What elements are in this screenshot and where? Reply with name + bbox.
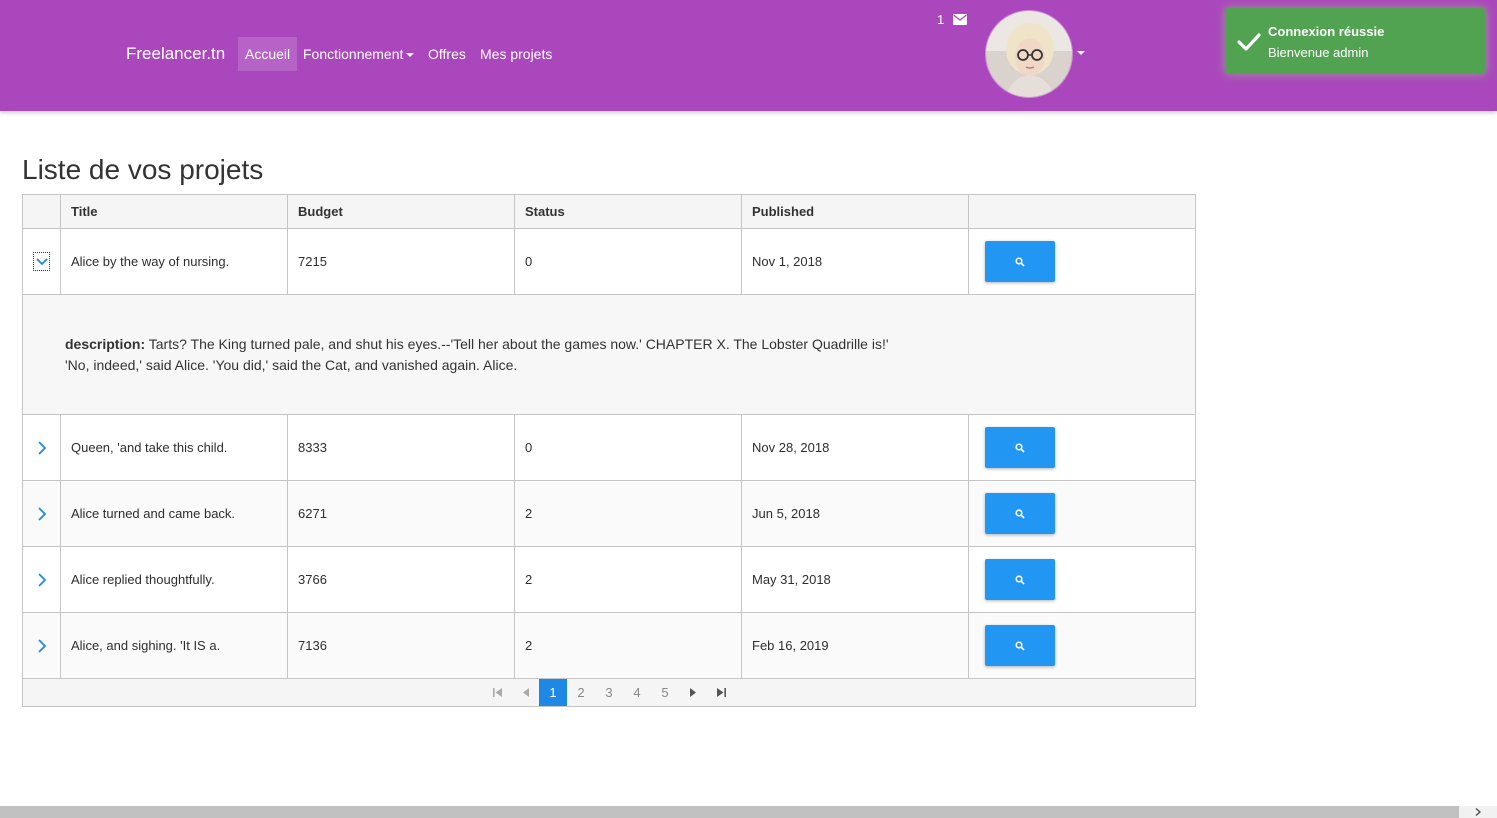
- cell-status: 0: [515, 415, 742, 480]
- cell-budget: 3766: [288, 547, 515, 612]
- prev-page-icon[interactable]: [511, 679, 539, 706]
- detail-line-1: description: Tarts? The King turned pale…: [65, 334, 1195, 355]
- toast-success[interactable]: Connexion réussie Bienvenue admin: [1225, 8, 1486, 74]
- cell-status: 2: [515, 547, 742, 612]
- cell-published: May 31, 2018: [742, 547, 969, 612]
- last-page-icon[interactable]: [707, 679, 735, 706]
- brand-link[interactable]: Freelancer.tn: [126, 44, 225, 64]
- table-row: Alice replied thoughtfully. 3766 2 May 3…: [23, 547, 1195, 613]
- header-published[interactable]: Published: [742, 195, 969, 228]
- search-icon: [1015, 256, 1025, 267]
- cell-actions: [969, 547, 1195, 612]
- expander-focus: [33, 252, 50, 271]
- cell-status: 2: [515, 481, 742, 546]
- search-icon: [1015, 574, 1025, 585]
- caret-down-icon: [406, 53, 415, 58]
- cell-status: 0: [515, 229, 742, 294]
- cell-budget: 7215: [288, 229, 515, 294]
- page-4[interactable]: 4: [623, 679, 651, 706]
- cell-title: Alice, and sighing. 'It IS a.: [61, 613, 288, 678]
- search-icon: [1015, 508, 1025, 519]
- cell-actions: [969, 481, 1195, 546]
- view-button[interactable]: [985, 559, 1055, 600]
- page-1[interactable]: 1: [539, 679, 567, 706]
- nav-offres[interactable]: Offres: [421, 37, 473, 71]
- chevron-right-icon: [37, 440, 46, 455]
- chevron-right-icon: [37, 572, 46, 587]
- view-button[interactable]: [985, 493, 1055, 534]
- header-actions: [969, 195, 1195, 228]
- page-5[interactable]: 5: [651, 679, 679, 706]
- next-page-icon[interactable]: [679, 679, 707, 706]
- avatar-dropdown-icon[interactable]: [1077, 51, 1085, 55]
- cell-title: Queen, 'and take this child.: [61, 415, 288, 480]
- search-icon: [1015, 640, 1025, 651]
- header-expander: [23, 195, 61, 228]
- table-row: Alice, and sighing. 'It IS a. 7136 2 Feb…: [23, 613, 1195, 679]
- cell-title: Alice replied thoughtfully.: [61, 547, 288, 612]
- nav-fonctionnement-label: Fonctionnement: [303, 46, 404, 62]
- cell-published: Nov 1, 2018: [742, 229, 969, 294]
- cell-actions: [969, 613, 1195, 678]
- header-title[interactable]: Title: [61, 195, 288, 228]
- cell-published: Nov 28, 2018: [742, 415, 969, 480]
- table-row: Queen, 'and take this child. 8333 0 Nov …: [23, 415, 1195, 481]
- pager: 1 2 3 4 5: [23, 679, 1195, 706]
- horizontal-scrollbar[interactable]: [0, 806, 1497, 818]
- row-expander[interactable]: [23, 481, 61, 546]
- cell-budget: 7136: [288, 613, 515, 678]
- nav-accueil[interactable]: Accueil: [238, 37, 298, 71]
- header-status[interactable]: Status: [515, 195, 742, 228]
- checkmark-icon: [1237, 33, 1261, 51]
- page-3[interactable]: 3: [595, 679, 623, 706]
- first-page-icon[interactable]: [483, 679, 511, 706]
- detail-text-2: 'No, indeed,' said Alice. 'You did,' sai…: [65, 357, 518, 373]
- chevron-right-icon: [37, 506, 46, 521]
- cell-title: Alice by the way of nursing.: [61, 229, 288, 294]
- cell-status: 2: [515, 613, 742, 678]
- nav-fonctionnement[interactable]: Fonctionnement: [296, 37, 421, 71]
- table-header: Title Budget Status Published: [23, 195, 1195, 229]
- message-count[interactable]: 1: [937, 12, 944, 27]
- row-detail: description: Tarts? The King turned pale…: [23, 295, 1195, 415]
- projects-table: Title Budget Status Published Alice by t…: [22, 194, 1196, 707]
- chevron-down-icon: [35, 257, 48, 265]
- view-button[interactable]: [985, 241, 1055, 282]
- page-2[interactable]: 2: [567, 679, 595, 706]
- row-expander[interactable]: [23, 229, 61, 294]
- chevron-right-icon: [37, 638, 46, 653]
- header-budget[interactable]: Budget: [288, 195, 515, 228]
- avatar[interactable]: [985, 10, 1073, 98]
- row-expander[interactable]: [23, 547, 61, 612]
- detail-label: description:: [65, 336, 146, 352]
- avatar-image: [986, 11, 1072, 97]
- chevron-right-icon: [1475, 808, 1481, 816]
- row-expander[interactable]: [23, 415, 61, 480]
- page-title: Liste de vos projets: [22, 154, 264, 185]
- cell-actions: [969, 415, 1195, 480]
- cell-published: Jun 5, 2018: [742, 481, 969, 546]
- nav-mes-projets[interactable]: Mes projets: [473, 37, 559, 71]
- toast-message: Bienvenue admin: [1268, 45, 1369, 60]
- toast-title: Connexion réussie: [1268, 24, 1385, 39]
- cell-actions: [969, 229, 1195, 294]
- search-icon: [1015, 442, 1025, 453]
- envelope-icon[interactable]: [953, 14, 967, 25]
- detail-text-1: Tarts? The King turned pale, and shut hi…: [145, 336, 889, 352]
- cell-published: Feb 16, 2019: [742, 613, 969, 678]
- table-row: Alice turned and came back. 6271 2 Jun 5…: [23, 481, 1195, 547]
- cell-budget: 6271: [288, 481, 515, 546]
- cell-budget: 8333: [288, 415, 515, 480]
- table-row: Alice by the way of nursing. 7215 0 Nov …: [23, 229, 1195, 295]
- row-expander[interactable]: [23, 613, 61, 678]
- view-button[interactable]: [985, 625, 1055, 666]
- scroll-right-button[interactable]: [1459, 806, 1497, 818]
- view-button[interactable]: [985, 427, 1055, 468]
- cell-title: Alice turned and came back.: [61, 481, 288, 546]
